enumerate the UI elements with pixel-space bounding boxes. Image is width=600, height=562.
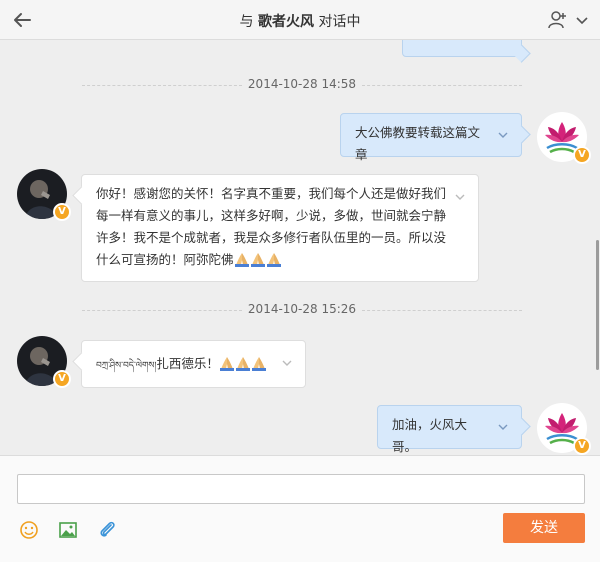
chevron-down-icon[interactable] xyxy=(454,191,466,203)
paperclip-icon[interactable] xyxy=(96,519,118,541)
image-icon[interactable] xyxy=(57,519,79,541)
title-prefix: 与 xyxy=(239,14,254,30)
message-bubble-incoming[interactable]: 你好！感谢您的关怀！名字真不重要，我们每个人还是做好我们每一样有意义的事儿，这样… xyxy=(81,174,479,282)
message-input[interactable] xyxy=(17,474,585,504)
message-text: 扎西德乐！ xyxy=(156,356,219,371)
folded-hands-emoji xyxy=(235,357,250,371)
contact-name: 歌者火风 xyxy=(258,14,314,30)
folded-hands-emoji xyxy=(266,253,281,267)
verified-badge: V xyxy=(573,146,591,164)
message-bubble-previous xyxy=(402,40,522,57)
chevron-down-icon[interactable] xyxy=(497,129,509,141)
contact-avatar[interactable]: V xyxy=(17,169,71,221)
time-divider: 2014-10-28 15:26 xyxy=(82,300,522,320)
verified-badge: V xyxy=(573,437,591,455)
send-button[interactable]: 发送 xyxy=(503,513,585,543)
my-avatar[interactable]: V xyxy=(537,403,591,455)
message-composer: 发送 xyxy=(0,455,600,562)
timestamp: 2014-10-28 14:58 xyxy=(247,77,357,91)
title-suffix: 对话中 xyxy=(318,14,361,30)
my-avatar[interactable]: V xyxy=(537,112,591,164)
folded-hands-emoji xyxy=(234,253,249,267)
message-bubble-outgoing[interactable]: 加油，火风大哥。 xyxy=(377,405,522,454)
folded-hands-emoji xyxy=(250,253,265,267)
title-bar: 与 歌者火风 对话中 xyxy=(0,0,600,40)
chevron-down-icon[interactable] xyxy=(281,357,293,369)
chevron-down-icon[interactable] xyxy=(497,421,509,433)
message-bubble-incoming[interactable]: བཀྲ་ཤིས་བདེ་ལེགས།扎西德乐！ xyxy=(81,340,306,388)
chat-area[interactable]: 2014-10-28 14:58 大公佛教要转载这篇文章 V V 你好！感谢您的… xyxy=(0,40,600,455)
message-text: 加油，火风大哥。 xyxy=(392,417,468,454)
folded-hands-emoji xyxy=(251,357,266,371)
chat-scrollbar[interactable] xyxy=(596,240,599,370)
verified-badge: V xyxy=(53,370,71,388)
add-user-icon[interactable] xyxy=(548,10,568,30)
chevron-down-icon[interactable] xyxy=(574,12,590,28)
message-bubble-outgoing[interactable]: 大公佛教要转载这篇文章 xyxy=(340,113,522,162)
message-text: 大公佛教要转载这篇文章 xyxy=(355,125,481,162)
contact-avatar[interactable]: V xyxy=(17,336,71,388)
verified-badge: V xyxy=(53,203,71,221)
folded-hands-emoji xyxy=(219,357,234,371)
conversation-title: 与 歌者火风 对话中 xyxy=(0,11,600,31)
timestamp: 2014-10-28 15:26 xyxy=(247,302,357,316)
smiley-icon[interactable] xyxy=(18,519,40,541)
time-divider: 2014-10-28 14:58 xyxy=(82,75,522,95)
tibetan-text: བཀྲ་ཤིས་བདེ་ལེགས། xyxy=(96,361,157,371)
